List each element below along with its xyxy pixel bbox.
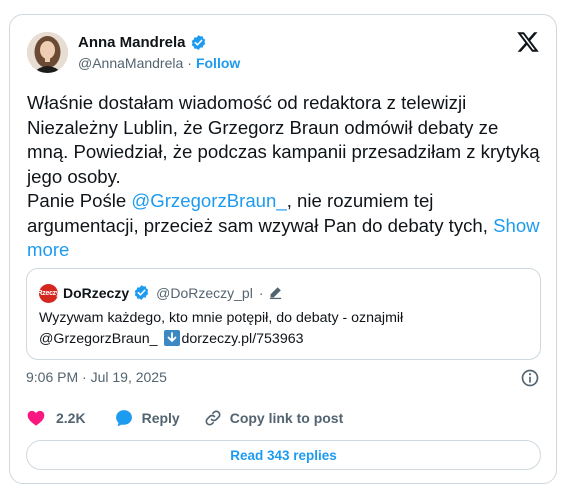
tweet-paragraph-1: Właśnie dostałam wiadomość od redaktora … <box>27 92 540 187</box>
tweet-text: Właśnie dostałam wiadomość od redaktora … <box>27 91 542 263</box>
separator-dot: · <box>258 284 264 301</box>
edit-pencil-icon <box>269 287 281 300</box>
dorzeczy-logo: Rzeczy <box>38 284 60 303</box>
tweet-card: Anna Mandrela @AnnaMandrela · Follow Wła… <box>9 14 557 484</box>
quote-line-1: Wyzywam każdego, kto mnie potępił, do de… <box>39 310 404 326</box>
quote-line-2: @GrzegorzBraun_ dorzeczy.pl/753963 <box>39 329 529 350</box>
avatar[interactable] <box>27 32 68 73</box>
copy-link-label: Copy link to post <box>229 410 344 426</box>
action-bar: 2.2K Reply Copy link to post <box>26 408 343 428</box>
quote-mention: @GrzegorzBraun_ <box>39 331 158 347</box>
verified-badge-icon <box>191 35 205 50</box>
read-replies-button[interactable]: Read 343 replies <box>26 440 541 470</box>
down-arrow-icon <box>163 330 180 346</box>
tweet-text-segment: Panie Pośle <box>27 190 132 211</box>
heart-icon <box>27 410 45 426</box>
reply-label: Reply <box>141 410 180 426</box>
author-handle[interactable]: @AnnaMandrela <box>78 55 183 71</box>
quote-text: Wyzywam każdego, kto mnie potępił, do de… <box>39 308 529 350</box>
quoted-tweet[interactable]: Rzeczy DoRzeczy @DoRzeczy_pl · Wyzywam k… <box>26 268 541 360</box>
quote-author-handle: @DoRzeczy_pl <box>156 284 253 301</box>
verified-badge-icon <box>134 285 149 300</box>
quote-link: dorzeczy.pl/753963 <box>181 331 304 347</box>
mention-link[interactable]: @GrzegorzBraun_ <box>131 190 286 211</box>
copy-link-button[interactable]: Copy link to post <box>204 409 344 427</box>
follow-button[interactable]: Follow <box>196 55 240 71</box>
tweet-paragraph-2: Panie Pośle @GrzegorzBraun_, nie rozumie… <box>27 189 542 263</box>
reply-button[interactable]: Reply <box>114 408 180 428</box>
quote-author-name: DoRzeczy <box>63 284 130 301</box>
like-button[interactable]: 2.2K <box>26 408 86 428</box>
info-icon[interactable] <box>520 368 540 388</box>
tweet-timestamp[interactable]: 9:06 PM · Jul 19, 2025 <box>26 369 167 385</box>
reply-bubble-icon <box>115 410 132 427</box>
link-icon <box>205 410 221 426</box>
separator-dot: · <box>187 55 192 71</box>
author-name[interactable]: Anna Mandrela <box>78 34 186 51</box>
x-logo-icon[interactable] <box>516 30 540 54</box>
like-count: 2.2K <box>56 410 86 426</box>
